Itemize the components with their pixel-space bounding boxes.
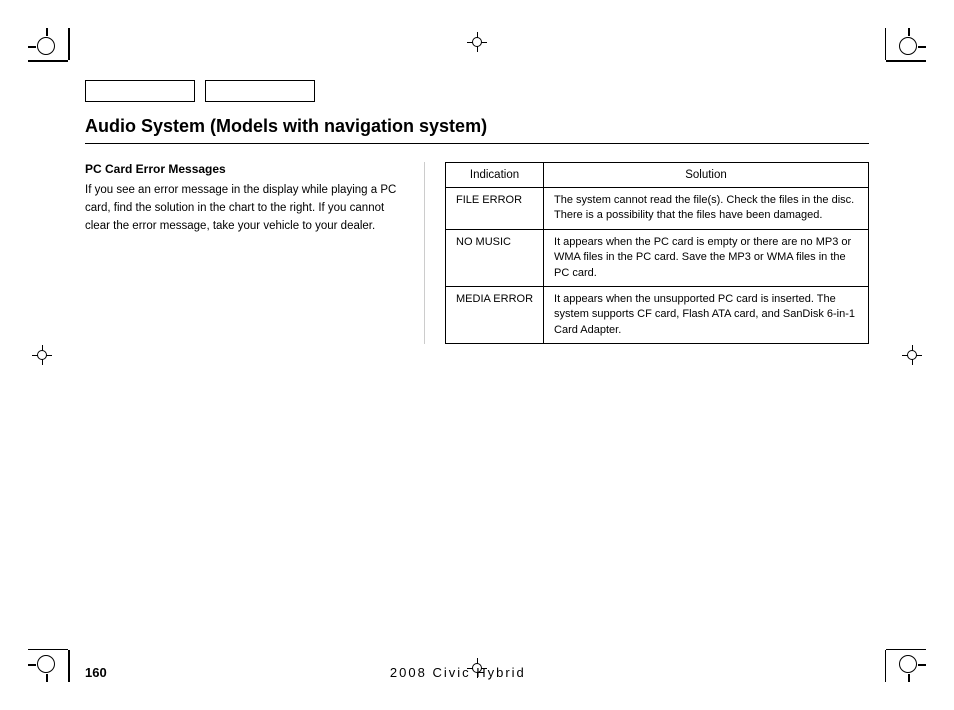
tick-bl-v (68, 650, 70, 682)
two-col-layout: PC Card Error Messages If you see an err… (85, 162, 869, 344)
tab-box-2 (205, 80, 315, 102)
indication-2: NO MUSIC (446, 229, 544, 286)
corner-mark-tl (28, 28, 64, 64)
page-number: 160 (85, 665, 107, 680)
crosshair-left (32, 345, 52, 365)
tick-tl-h (28, 60, 68, 62)
tick-br-h (886, 649, 926, 651)
footer-center-text: 2008 Civic Hybrid (390, 665, 526, 680)
tick-tr-v (885, 28, 887, 60)
section-description: If you see an error message in the displ… (85, 182, 404, 235)
indication-1: FILE ERROR (446, 188, 544, 230)
section-heading: PC Card Error Messages (85, 162, 404, 176)
crosshair-right (902, 345, 922, 365)
solution-2: It appears when the PC card is empty or … (544, 229, 869, 286)
solution-3: It appears when the unsupported PC card … (544, 286, 869, 343)
tab-box-1 (85, 80, 195, 102)
tab-boxes (85, 80, 869, 102)
page: Audio System (Models with navigation sys… (0, 0, 954, 710)
corner-mark-tr (890, 28, 926, 64)
main-content: Audio System (Models with navigation sys… (85, 80, 869, 630)
error-table: Indication Solution FILE ERROR The syste… (445, 162, 869, 344)
right-column: Indication Solution FILE ERROR The syste… (425, 162, 869, 344)
corner-mark-bl (28, 646, 64, 682)
solution-1: The system cannot read the file(s). Chec… (544, 188, 869, 230)
indication-3: MEDIA ERROR (446, 286, 544, 343)
tick-br-v (885, 650, 887, 682)
tick-tl-v (68, 28, 70, 60)
table-row: NO MUSIC It appears when the PC card is … (446, 229, 869, 286)
table-header-row: Indication Solution (446, 163, 869, 188)
header-indication: Indication (446, 163, 544, 188)
tick-bl-h (28, 649, 68, 651)
corner-mark-br (890, 646, 926, 682)
tick-tr-h (886, 60, 926, 62)
left-column: PC Card Error Messages If you see an err… (85, 162, 425, 344)
header-solution: Solution (544, 163, 869, 188)
footer: 160 2008 Civic Hybrid (85, 665, 869, 680)
page-title: Audio System (Models with navigation sys… (85, 116, 869, 144)
table-row: MEDIA ERROR It appears when the unsuppor… (446, 286, 869, 343)
table-row: FILE ERROR The system cannot read the fi… (446, 188, 869, 230)
crosshair-top (467, 32, 487, 52)
